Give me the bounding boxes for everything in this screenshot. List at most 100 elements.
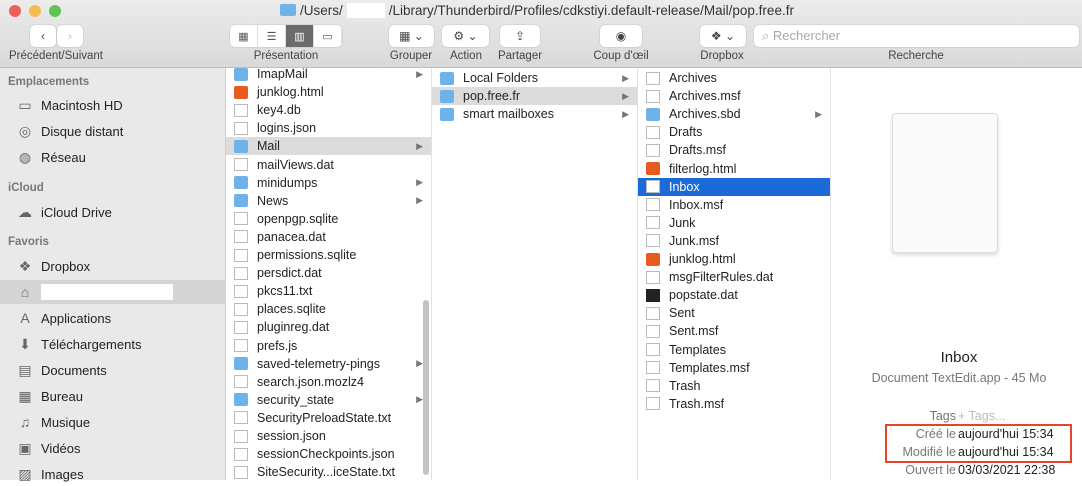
file-row[interactable]: persdict.dat: [226, 264, 431, 282]
file-row[interactable]: Drafts: [638, 123, 830, 141]
file-row[interactable]: Drafts.msf: [638, 141, 830, 159]
file-icon: [234, 302, 248, 316]
file-row[interactable]: News ▶: [226, 192, 431, 210]
file-row[interactable]: sessionCheckpoints.json: [226, 445, 431, 463]
back-button[interactable]: ‹: [30, 25, 56, 47]
gallery-view-icon[interactable]: ▭: [314, 25, 342, 47]
sidebar-item[interactable]: ▦ Bureau: [0, 384, 226, 408]
disc-icon: ◎: [18, 122, 32, 139]
chevron-right-icon: ▶: [622, 108, 629, 119]
file-row[interactable]: key4.db: [226, 101, 431, 119]
sidebar-item[interactable]: ❖ Dropbox: [0, 254, 226, 278]
file-icon: [646, 324, 660, 338]
file-row[interactable]: Local Folders ▶: [432, 69, 637, 87]
list-view-icon[interactable]: ☰: [258, 25, 286, 47]
file-row[interactable]: junklog.html: [226, 83, 431, 101]
file-row[interactable]: Trash.msf: [638, 395, 830, 413]
folder-icon: [234, 194, 248, 208]
search-input[interactable]: ⌕ Rechercher: [754, 25, 1079, 47]
close-button[interactable]: [9, 5, 21, 17]
file-name: Inbox: [669, 179, 700, 194]
sidebar-item[interactable]: ⬇ Téléchargements: [0, 332, 226, 356]
sidebar-item[interactable]: ♫ Musique: [0, 410, 226, 434]
file-row[interactable]: saved-telemetry-pings ▶: [226, 355, 431, 373]
sidebar-item-label: Documents: [41, 362, 107, 378]
action-button[interactable]: ⚙ ⌄: [442, 25, 489, 47]
minimize-button[interactable]: [29, 5, 41, 17]
file-row[interactable]: pop.free.fr ▶: [432, 87, 637, 106]
dropbox-icon: ❖ ⌄: [710, 29, 736, 43]
forward-button[interactable]: ›: [57, 25, 83, 47]
sidebar-section-header: Favoris: [8, 236, 49, 248]
sidebar-item[interactable]: A Applications: [0, 306, 226, 330]
file-row[interactable]: Sent: [638, 304, 830, 322]
file-icon: [646, 343, 660, 356]
file-row[interactable]: session.json: [226, 427, 431, 445]
cloud-icon: ☁: [18, 203, 32, 220]
file-row[interactable]: prefs.js: [226, 337, 431, 355]
icon-view-icon[interactable]: ▦: [230, 25, 258, 47]
scrollbar[interactable]: [423, 300, 429, 475]
file-row[interactable]: ImapMail ▶: [226, 68, 431, 83]
file-row[interactable]: pluginreg.dat: [226, 318, 431, 336]
file-row[interactable]: security_state ▶: [226, 391, 431, 409]
sidebar-item[interactable]: ▤ Documents: [0, 358, 226, 382]
group-button[interactable]: ▦ ⌄: [389, 25, 434, 47]
file-icon: [234, 121, 248, 135]
sidebar-item[interactable]: ☁ iCloud Drive: [0, 200, 226, 224]
zoom-button[interactable]: [49, 5, 61, 17]
meta-value[interactable]: + Tags...: [958, 409, 1005, 423]
file-row[interactable]: Trash: [638, 377, 830, 395]
file-name: filterlog.html: [669, 161, 737, 176]
column-pop: Archives Archives.msf Archives.sbd ▶ Drafts D…: [638, 68, 831, 480]
file-row[interactable]: Templates: [638, 341, 830, 359]
file-row[interactable]: SecurityPreloadState.txt: [226, 409, 431, 427]
file-row[interactable]: Archives.msf: [638, 87, 830, 105]
sidebar-item[interactable]: ⌂: [0, 280, 226, 304]
file-row[interactable]: permissions.sqlite: [226, 246, 431, 264]
file-name: mailViews.dat: [257, 157, 334, 172]
view-switcher[interactable]: ▦ ☰ ▥ ▭: [230, 25, 342, 47]
file-row[interactable]: filterlog.html: [638, 160, 830, 178]
file-row[interactable]: places.sqlite: [226, 300, 431, 318]
file-row[interactable]: minidumps ▶: [226, 174, 431, 192]
file-row[interactable]: Sent.msf: [638, 322, 830, 340]
redacted-name: [41, 284, 173, 300]
file-row[interactable]: SiteSecurity...iceState.txt: [226, 463, 431, 480]
videos-icon: ▣: [18, 439, 32, 456]
file-row[interactable]: Inbox.msf: [638, 196, 830, 214]
dropbox-button[interactable]: ❖ ⌄: [700, 25, 746, 47]
sidebar-item-label: Bureau: [41, 388, 83, 404]
window-title: /Users/ /Library/Thunderbird/Profiles/cdk…: [280, 3, 794, 18]
sidebar-item[interactable]: ▨ Images: [0, 462, 226, 486]
column-view-icon[interactable]: ▥: [286, 25, 314, 47]
file-row[interactable]: openpgp.sqlite: [226, 210, 431, 228]
file-row[interactable]: Inbox: [638, 177, 830, 196]
file-name: panacea.dat: [257, 229, 326, 244]
file-row[interactable]: Templates.msf: [638, 359, 830, 377]
share-button[interactable]: ⇪: [500, 25, 540, 47]
search-label: Recherche: [888, 50, 944, 62]
quicklook-button[interactable]: ◉: [600, 25, 642, 47]
file-row[interactable]: logins.json: [226, 119, 431, 137]
sidebar-item[interactable]: ▭ Macintosh HD: [0, 93, 226, 117]
sidebar-item[interactable]: ▣ Vidéos: [0, 436, 226, 460]
file-row[interactable]: Archives.sbd ▶: [638, 105, 830, 123]
sidebar-item[interactable]: ◍ Réseau: [0, 145, 226, 169]
file-row[interactable]: mailViews.dat: [226, 156, 431, 174]
file-row[interactable]: Junk: [638, 214, 830, 232]
chevron-right-icon: ▶: [416, 140, 423, 151]
share-icon: ⇪: [514, 29, 526, 43]
file-row[interactable]: smart mailboxes ▶: [432, 105, 637, 123]
file-row[interactable]: Mail ▶: [226, 137, 431, 156]
sidebar-item[interactable]: ◎ Disque distant: [0, 119, 226, 143]
file-row[interactable]: popstate.dat: [638, 286, 830, 304]
file-row[interactable]: junklog.html: [638, 250, 830, 268]
file-row[interactable]: msgFilterRules.dat: [638, 268, 830, 286]
sidebar-section-header: Emplacements: [8, 76, 90, 88]
file-row[interactable]: Archives: [638, 69, 830, 87]
file-row[interactable]: search.json.mozlz4: [226, 373, 431, 391]
file-row[interactable]: pkcs11.txt: [226, 282, 431, 300]
file-row[interactable]: panacea.dat: [226, 228, 431, 246]
file-row[interactable]: Junk.msf: [638, 232, 830, 250]
